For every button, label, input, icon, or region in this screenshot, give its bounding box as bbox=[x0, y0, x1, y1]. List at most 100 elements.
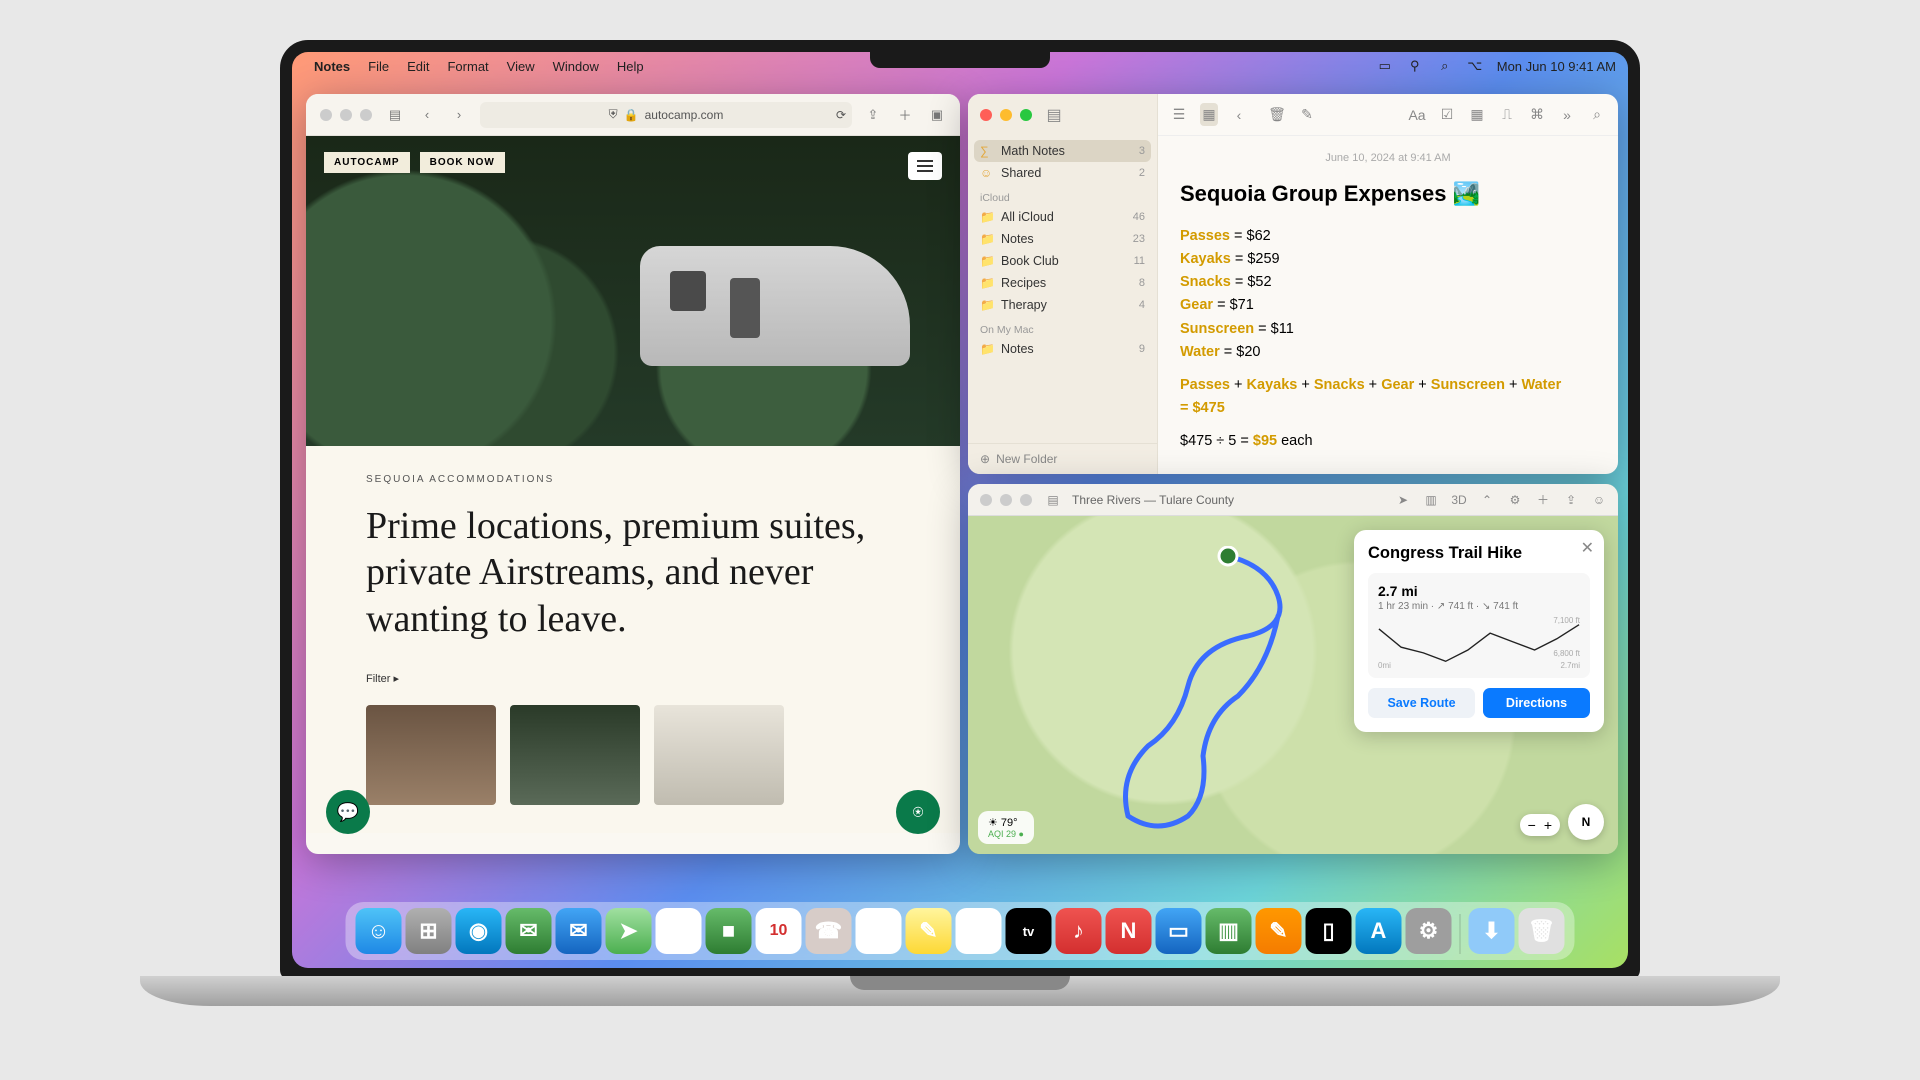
trash-icon[interactable]: 🗑 bbox=[1268, 106, 1286, 123]
book-now-button[interactable]: BOOK NOW bbox=[420, 152, 505, 173]
note-content[interactable]: June 10, 2024 at 9:41 AM Sequoia Group E… bbox=[1158, 136, 1618, 467]
dock-keynote-icon[interactable]: ▭ bbox=[1156, 908, 1202, 954]
folder-count: 4 bbox=[1139, 299, 1145, 311]
share-icon[interactable]: ⇪ bbox=[1562, 493, 1580, 507]
back-icon[interactable]: ‹ bbox=[1230, 107, 1248, 123]
wifi-icon[interactable]: ⚲ bbox=[1407, 58, 1423, 74]
compass-icon[interactable]: N bbox=[1568, 804, 1604, 840]
weather-pill[interactable]: ☀ 79° AQI 29 ● bbox=[978, 811, 1034, 844]
accommodation-thumb[interactable] bbox=[366, 705, 496, 805]
map-canvas[interactable]: ✕ Congress Trail Hike 2.7 mi 1 hr 23 min… bbox=[968, 516, 1618, 854]
notes-traffic-lights[interactable] bbox=[978, 109, 1034, 121]
accommodation-thumb[interactable] bbox=[654, 705, 784, 805]
sidebar-toggle-icon[interactable]: ▤ bbox=[1044, 105, 1064, 125]
nav-back-icon[interactable]: ‹ bbox=[416, 105, 438, 125]
share-icon[interactable]: ⇪ bbox=[862, 105, 884, 125]
media-icon[interactable]: ⎍ bbox=[1498, 106, 1516, 123]
map-mode-icon[interactable]: ▥ bbox=[1422, 493, 1440, 507]
dock-notes-icon[interactable]: ✎ bbox=[906, 908, 952, 954]
dock-reminders-icon[interactable]: ☰ bbox=[856, 908, 902, 954]
menu-edit[interactable]: Edit bbox=[407, 59, 429, 74]
new-folder-button[interactable]: ⊕ New Folder bbox=[968, 443, 1157, 474]
dock-photos-icon[interactable]: ✿ bbox=[656, 908, 702, 954]
dock-safari-icon[interactable]: ◉ bbox=[456, 908, 502, 954]
dock-finder-icon[interactable]: ☺ bbox=[356, 908, 402, 954]
table-icon[interactable]: ▦ bbox=[1468, 106, 1486, 123]
menu-format[interactable]: Format bbox=[447, 59, 488, 74]
zoom-out-icon[interactable]: − bbox=[1528, 817, 1536, 833]
menubar-datetime[interactable]: Mon Jun 10 9:41 AM bbox=[1497, 59, 1616, 74]
menu-file[interactable]: File bbox=[368, 59, 389, 74]
3d-icon[interactable]: 3D bbox=[1450, 493, 1468, 507]
link-icon[interactable]: ⌘ bbox=[1528, 106, 1546, 123]
control-center-icon[interactable]: ⌥ bbox=[1467, 58, 1483, 74]
search-icon[interactable]: ⌕ bbox=[1588, 106, 1606, 123]
menu-help[interactable]: Help bbox=[617, 59, 644, 74]
more-icon[interactable]: » bbox=[1558, 107, 1576, 123]
dock-mail-icon[interactable]: ✉ bbox=[556, 908, 602, 954]
dock-trash-icon[interactable]: 🗑 bbox=[1519, 908, 1565, 954]
new-tab-icon[interactable]: ＋ bbox=[894, 105, 916, 125]
sidebar-toggle-icon[interactable]: ▤ bbox=[384, 105, 406, 125]
dock-numbers-icon[interactable]: ▥ bbox=[1206, 908, 1252, 954]
dock-news-icon[interactable]: N bbox=[1106, 908, 1152, 954]
folder-book-club[interactable]: 📁Book Club11 bbox=[968, 250, 1157, 272]
folder-icon: 📁 bbox=[980, 210, 994, 224]
accessibility-widget-icon[interactable]: ⍟ bbox=[896, 790, 940, 834]
compose-icon[interactable]: ✎ bbox=[1298, 106, 1316, 123]
settings-icon[interactable]: ⚙ bbox=[1506, 493, 1524, 507]
lookaround-icon[interactable]: ⌃ bbox=[1478, 493, 1496, 507]
sidebar-toggle-icon[interactable]: ▤ bbox=[1044, 493, 1062, 507]
directions-button[interactable]: Directions bbox=[1483, 688, 1590, 718]
folder-recipes[interactable]: 📁Recipes8 bbox=[968, 272, 1157, 294]
account-icon[interactable]: ☺ bbox=[1590, 493, 1608, 507]
battery-icon[interactable]: ▭ bbox=[1377, 58, 1393, 74]
safari-address-bar[interactable]: ⛨ 🔒 autocamp.com ⟳ bbox=[480, 102, 852, 128]
tabs-overview-icon[interactable]: ▣ bbox=[926, 105, 948, 125]
dock-tv-icon[interactable]: tv bbox=[1006, 908, 1052, 954]
text-format-icon[interactable]: Aa bbox=[1408, 107, 1426, 123]
save-route-button[interactable]: Save Route bbox=[1368, 688, 1475, 718]
filter-button[interactable]: Filter ▸ bbox=[366, 672, 900, 685]
dock-music-icon[interactable]: ♪ bbox=[1056, 908, 1102, 954]
zoom-control[interactable]: −+ bbox=[1520, 814, 1560, 836]
folder-therapy[interactable]: 📁Therapy4 bbox=[968, 294, 1157, 316]
dock-pages-icon[interactable]: ✎ bbox=[1256, 908, 1302, 954]
folder-shared[interactable]: ☺Shared2 bbox=[968, 162, 1157, 184]
maps-location-title: Three Rivers — Tulare County bbox=[1072, 493, 1384, 507]
nav-forward-icon[interactable]: › bbox=[448, 105, 470, 125]
dock-settings-icon[interactable]: ⚙ bbox=[1406, 908, 1452, 954]
menu-view[interactable]: View bbox=[507, 59, 535, 74]
dock-contacts-icon[interactable]: ☎ bbox=[806, 908, 852, 954]
dock-iphone-mirror-icon[interactable]: ▯ bbox=[1306, 908, 1352, 954]
maps-traffic-lights[interactable] bbox=[978, 494, 1034, 506]
dock-downloads-icon[interactable]: ⬇ bbox=[1469, 908, 1515, 954]
dock-maps-icon[interactable]: ➤ bbox=[606, 908, 652, 954]
checklist-icon[interactable]: ☑ bbox=[1438, 106, 1456, 123]
gallery-view-icon[interactable]: ▦ bbox=[1200, 103, 1218, 126]
dock-launchpad-icon[interactable]: ⊞ bbox=[406, 908, 452, 954]
location-icon[interactable]: ➤ bbox=[1394, 493, 1412, 507]
accommodation-thumb[interactable] bbox=[510, 705, 640, 805]
folder-notes[interactable]: 📁Notes9 bbox=[968, 338, 1157, 360]
spotlight-icon[interactable]: ⌕ bbox=[1437, 58, 1453, 74]
dock-freeform-icon[interactable]: 〰 bbox=[956, 908, 1002, 954]
site-logo[interactable]: AUTOCAMP bbox=[324, 152, 410, 173]
reload-icon[interactable]: ⟳ bbox=[836, 108, 846, 122]
zoom-in-icon[interactable]: + bbox=[1544, 817, 1552, 833]
close-icon[interactable]: ✕ bbox=[1581, 538, 1594, 558]
chat-widget-icon[interactable]: 💬 bbox=[326, 790, 370, 834]
list-view-icon[interactable]: ☰ bbox=[1170, 106, 1188, 123]
folder-notes[interactable]: 📁Notes23 bbox=[968, 228, 1157, 250]
dock-calendar-icon[interactable]: 10 bbox=[756, 908, 802, 954]
dock-appstore-icon[interactable]: A bbox=[1356, 908, 1402, 954]
hamburger-menu-icon[interactable] bbox=[908, 152, 942, 180]
menubar-app-name[interactable]: Notes bbox=[314, 59, 350, 74]
safari-traffic-lights[interactable] bbox=[318, 109, 374, 121]
dock-facetime-icon[interactable]: ■ bbox=[706, 908, 752, 954]
folder-math-notes[interactable]: ∑Math Notes3 bbox=[974, 140, 1151, 162]
dock-messages-icon[interactable]: ✉ bbox=[506, 908, 552, 954]
folder-all-icloud[interactable]: 📁All iCloud46 bbox=[968, 206, 1157, 228]
add-icon[interactable]: ＋ bbox=[1534, 491, 1552, 508]
menu-window[interactable]: Window bbox=[553, 59, 599, 74]
